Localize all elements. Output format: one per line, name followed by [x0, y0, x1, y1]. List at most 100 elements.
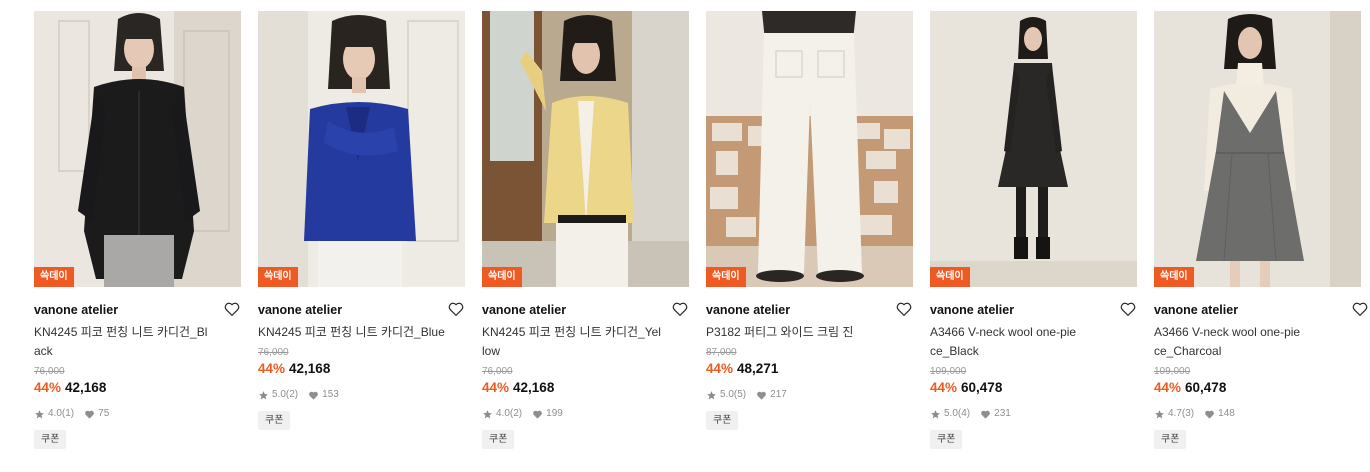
sale-price-row: 44% 42,168: [258, 360, 465, 378]
coupon-tag[interactable]: 쿠폰: [706, 411, 739, 430]
wishlist-heart-button[interactable]: [223, 300, 241, 318]
product-name[interactable]: A3466 V-neck wool one-piece_Black: [930, 323, 1080, 361]
heart-filled-icon: [84, 409, 95, 420]
review-meta: 5.0 (5) 217: [706, 388, 913, 402]
discount-rate: 44%: [34, 380, 62, 395]
like-count: 217: [770, 389, 787, 400]
like-count: 148: [1218, 408, 1235, 419]
original-price: 76,000: [34, 366, 65, 377]
product-card[interactable]: 쓱데이 vanone atelier KN4245 피코 펀칭 니트 카디건_Y…: [482, 11, 689, 472]
discount-rate: 44%: [1154, 380, 1182, 395]
wishlist-heart-button[interactable]: [447, 300, 465, 318]
like-count: 153: [322, 389, 339, 400]
heart-outline-icon: [448, 302, 464, 316]
heart-filled-icon: [1204, 409, 1215, 420]
sale-price: 42,168: [289, 361, 331, 376]
coupon-tag[interactable]: 쿠폰: [258, 411, 291, 430]
star-icon: [706, 390, 717, 401]
product-card[interactable]: 쓱데이 vanone atelier A3466 V-neck wool one…: [1154, 11, 1368, 472]
star-icon: [930, 409, 941, 420]
wishlist-heart-button[interactable]: [895, 300, 913, 318]
discount-rate: 44%: [258, 361, 286, 376]
promo-badge: 쓱데이: [930, 267, 970, 287]
review-meta: 4.0 (1) 75: [34, 407, 241, 421]
promo-badge: 쓱데이: [34, 267, 74, 287]
coupon-tag[interactable]: 쿠폰: [34, 430, 67, 449]
sale-price: 60,478: [1185, 380, 1227, 395]
product-name[interactable]: KN4245 피코 펀칭 니트 카디건_Blue: [258, 323, 465, 342]
product-card[interactable]: 쓱데이 vanone atelier A3466 V-neck wool one…: [930, 11, 1137, 472]
discount-rate: 44%: [482, 380, 510, 395]
rating-value: 4.0: [48, 408, 62, 419]
review-meta: 4.7 (3) 148: [1154, 407, 1361, 421]
sale-price: 42,168: [65, 380, 107, 395]
brand-name[interactable]: vanone atelier: [706, 299, 913, 321]
product-name[interactable]: P3182 퍼티그 와이드 크림 진: [706, 323, 886, 342]
sale-price: 42,168: [513, 380, 555, 395]
heart-filled-icon: [980, 409, 991, 420]
product-card[interactable]: 쓱데이 vanone atelier KN4245 피코 펀칭 니트 카디건_B…: [258, 11, 465, 472]
wishlist-heart-button[interactable]: [1119, 300, 1137, 318]
brand-name[interactable]: vanone atelier: [482, 299, 689, 321]
original-price: 76,000: [258, 347, 289, 358]
wishlist-heart-button[interactable]: [671, 300, 689, 318]
sale-price-row: 44% 42,168: [482, 379, 689, 397]
review-meta: 4.0 (2) 199: [482, 407, 689, 421]
rating-value: 5.0: [720, 389, 734, 400]
promo-badge: 쓱데이: [258, 267, 298, 287]
product-name[interactable]: KN4245 피코 펀칭 니트 카디건_Black: [34, 323, 214, 361]
review-meta: 5.0 (2) 153: [258, 388, 465, 402]
review-count: (2): [509, 408, 523, 419]
product-name[interactable]: KN4245 피코 펀칭 니트 카디건_Yellow: [482, 323, 662, 361]
product-card[interactable]: 쓱데이 vanone atelier KN4245 피코 펀칭 니트 카디건_B…: [34, 11, 241, 472]
review-count: (3): [1181, 408, 1195, 419]
product-image-yellow-cardigan[interactable]: 쓱데이: [482, 11, 689, 287]
coupon-tag[interactable]: 쿠폰: [930, 430, 963, 449]
brand-name[interactable]: vanone atelier: [34, 299, 241, 321]
product-image-blue-cardigan[interactable]: 쓱데이: [258, 11, 465, 287]
product-image-black-wool-dress[interactable]: 쓱데이: [930, 11, 1137, 287]
original-price: 109,000: [1154, 366, 1191, 377]
star-icon: [1154, 409, 1165, 420]
like-count: 199: [546, 408, 563, 419]
review-count: (1): [61, 408, 75, 419]
heart-outline-icon: [1352, 302, 1368, 316]
sale-price-row: 44% 42,168: [34, 379, 241, 397]
product-name[interactable]: A3466 V-neck wool one-piece_Charcoal: [1154, 323, 1304, 361]
sale-price-row: 44% 60,478: [930, 379, 1137, 397]
rating-value: 4.7: [1168, 408, 1182, 419]
like-count: 75: [98, 408, 110, 419]
brand-name[interactable]: vanone atelier: [1154, 299, 1361, 321]
discount-rate: 44%: [930, 380, 958, 395]
sale-price-row: 44% 48,271: [706, 360, 913, 378]
heart-outline-icon: [896, 302, 912, 316]
brand-name[interactable]: vanone atelier: [930, 299, 1137, 321]
product-image-cream-jeans[interactable]: 쓱데이: [706, 11, 913, 287]
product-card[interactable]: 쓱데이 vanone atelier P3182 퍼티그 와이드 크림 진 87…: [706, 11, 913, 472]
review-count: (4): [957, 408, 971, 419]
coupon-tag[interactable]: 쿠폰: [1154, 430, 1187, 449]
star-icon: [482, 409, 493, 420]
coupon-tag[interactable]: 쿠폰: [482, 430, 515, 449]
sale-price: 60,478: [961, 380, 1003, 395]
heart-outline-icon: [224, 302, 240, 316]
heart-filled-icon: [532, 409, 543, 420]
star-icon: [34, 409, 45, 420]
rating-value: 5.0: [944, 408, 958, 419]
star-icon: [258, 390, 269, 401]
heart-outline-icon: [672, 302, 688, 316]
wishlist-heart-button[interactable]: [1351, 300, 1369, 318]
sale-price-row: 44% 60,478: [1154, 379, 1361, 397]
rating-value: 4.0: [496, 408, 510, 419]
product-image-charcoal-wool-dress[interactable]: 쓱데이: [1154, 11, 1361, 287]
review-count: (5): [733, 389, 747, 400]
product-grid: 쓱데이 vanone atelier KN4245 피코 펀칭 니트 카디건_B…: [0, 0, 1370, 472]
heart-filled-icon: [756, 390, 767, 401]
original-price: 87,000: [706, 347, 737, 358]
rating-value: 5.0: [272, 389, 286, 400]
promo-badge: 쓱데이: [1154, 267, 1194, 287]
product-image-black-cardigan[interactable]: 쓱데이: [34, 11, 241, 287]
promo-badge: 쓱데이: [706, 267, 746, 287]
like-count: 231: [994, 408, 1011, 419]
brand-name[interactable]: vanone atelier: [258, 299, 465, 321]
